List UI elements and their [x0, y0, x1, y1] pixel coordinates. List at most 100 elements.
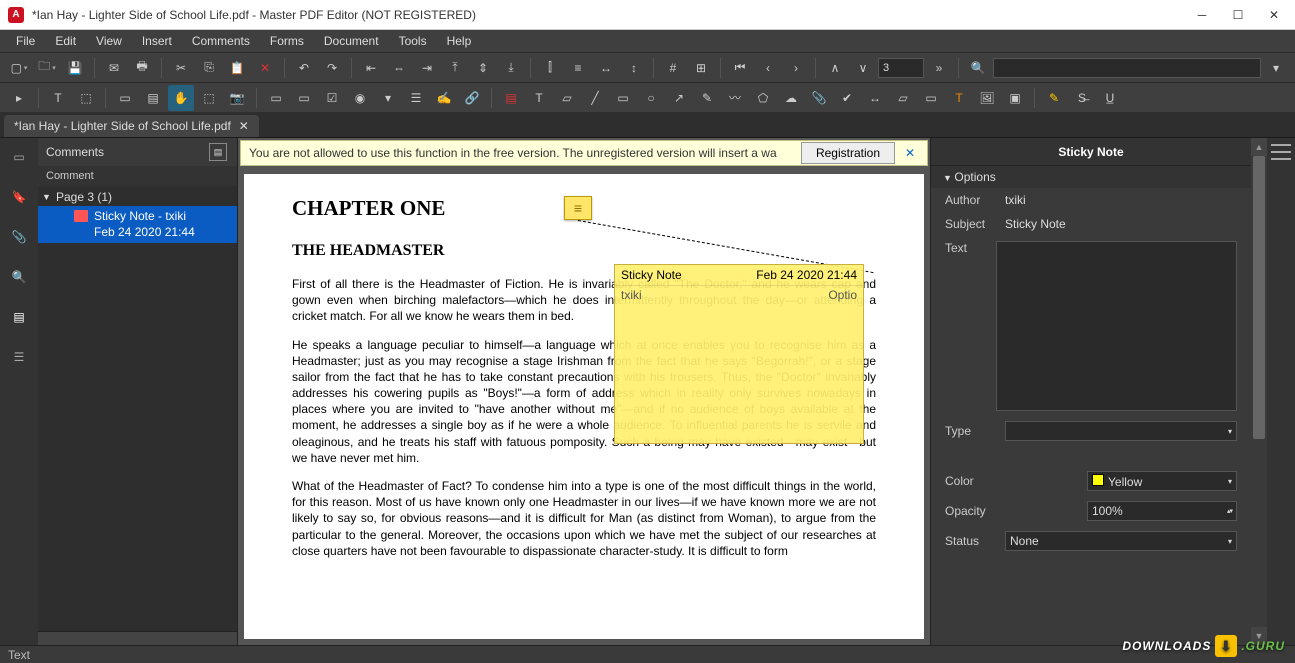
properties-scrollbar[interactable]: ▲ ▼ — [1251, 138, 1267, 645]
polyline-tool-icon[interactable]: 〰 — [722, 85, 748, 111]
cloud-tool-icon[interactable]: ☁ — [778, 85, 804, 111]
highlight-tool-icon[interactable]: T — [946, 85, 972, 111]
prev-page-icon[interactable]: ‹ — [755, 55, 781, 81]
snap-icon[interactable]: ⊞ — [688, 55, 714, 81]
menu-edit[interactable]: Edit — [45, 32, 86, 50]
distribute-h-icon[interactable]: ⫿ — [537, 55, 563, 81]
author-value[interactable]: txiki — [1005, 193, 1237, 207]
undo-icon[interactable]: ↶ — [291, 55, 317, 81]
align-right-icon[interactable]: ⇥ — [414, 55, 440, 81]
opacity-spinner[interactable]: 100% — [1087, 501, 1237, 521]
menu-document[interactable]: Document — [314, 32, 389, 50]
save-icon[interactable]: 💾 — [62, 55, 88, 81]
document-tab[interactable]: *Ian Hay - Lighter Side of School Life.p… — [4, 115, 259, 137]
menu-help[interactable]: Help — [437, 32, 482, 50]
highlight-text-icon[interactable]: ✎ — [1041, 85, 1067, 111]
status-combo[interactable]: None — [1005, 531, 1237, 551]
new-icon[interactable]: ▢ — [6, 55, 32, 81]
pages-panel-icon[interactable]: ▭ — [8, 146, 30, 168]
warning-close-icon[interactable]: ✕ — [901, 146, 919, 160]
edit-forms-tool-icon[interactable]: ▭ — [112, 85, 138, 111]
maximize-button[interactable]: ☐ — [1229, 6, 1247, 24]
image-tool-icon[interactable]: 🖼 — [974, 85, 1000, 111]
panel-options-icon[interactable]: ▤ — [209, 143, 227, 161]
note-text-input[interactable] — [996, 241, 1237, 411]
minimize-button[interactable]: ─ — [1193, 6, 1211, 24]
comments-panel-icon[interactable]: ▤ — [8, 306, 30, 328]
comment-page-item[interactable]: Page 3 (1) — [38, 188, 237, 206]
pencil-tool-icon[interactable]: ✎ — [694, 85, 720, 111]
same-height-icon[interactable]: ↕ — [621, 55, 647, 81]
sticky-note-annotation-icon[interactable] — [564, 196, 592, 220]
menu-comments[interactable]: Comments — [182, 32, 260, 50]
next-page-icon[interactable]: › — [783, 55, 809, 81]
distribute-v-icon[interactable]: ≡ — [565, 55, 591, 81]
scroll-thumb[interactable] — [1253, 156, 1265, 439]
registration-button[interactable]: Registration — [801, 142, 895, 164]
measure-tool-icon[interactable]: ↔ — [862, 85, 888, 111]
color-combo[interactable]: Yellow — [1087, 471, 1237, 491]
pointer-tool-icon[interactable]: ▸ — [6, 85, 32, 111]
menu-view[interactable]: View — [86, 32, 132, 50]
menu-tools[interactable]: Tools — [389, 32, 437, 50]
close-button[interactable]: ✕ — [1265, 6, 1283, 24]
edit-object-tool-icon[interactable]: ⬚ — [73, 85, 99, 111]
bookmarks-panel-icon[interactable]: 🔖 — [8, 186, 30, 208]
form-text-icon[interactable]: ▭ — [263, 85, 289, 111]
align-bottom-icon[interactable]: ⤓ — [498, 55, 524, 81]
menu-forms[interactable]: Forms — [260, 32, 314, 50]
search-panel-icon[interactable]: 🔍 — [8, 266, 30, 288]
paste-icon[interactable]: 📋 — [224, 55, 250, 81]
last-page-icon[interactable]: » — [926, 55, 952, 81]
menu-insert[interactable]: Insert — [132, 32, 182, 50]
popup-body[interactable] — [615, 304, 863, 312]
strikeout-icon[interactable]: S̶ — [1069, 85, 1095, 111]
form-combo-icon[interactable]: ▾ — [375, 85, 401, 111]
menu-file[interactable]: File — [6, 32, 45, 50]
underline-icon[interactable]: U̲ — [1097, 85, 1123, 111]
form-signature-icon[interactable]: ✍ — [431, 85, 457, 111]
edit-document-tool-icon[interactable]: ▤ — [140, 85, 166, 111]
snapshot-tool-icon[interactable]: 📷 — [224, 85, 250, 111]
copy-icon[interactable]: ⎘ — [196, 55, 222, 81]
polygon-tool-icon[interactable]: ⬠ — [750, 85, 776, 111]
pdf-page[interactable]: CHAPTER ONE THE HEADMASTER First of all … — [244, 174, 924, 639]
sticky-note-tool-icon[interactable]: ▤ — [498, 85, 524, 111]
prev-view-icon[interactable]: ∧ — [822, 55, 848, 81]
align-top-icon[interactable]: ⤒ — [442, 55, 468, 81]
align-left-icon[interactable]: ⇤ — [358, 55, 384, 81]
area-tool-icon[interactable]: ▱ — [890, 85, 916, 111]
form-link-icon[interactable]: 🔗 — [459, 85, 485, 111]
search-dropdown-icon[interactable]: ▾ — [1263, 55, 1289, 81]
type-combo[interactable] — [1005, 421, 1237, 441]
sticky-note-popup[interactable]: Sticky Note Feb 24 2020 21:44 txiki Opti… — [614, 264, 864, 444]
open-icon[interactable]: 🗀 — [34, 55, 60, 81]
scroll-up-icon[interactable]: ▲ — [1251, 138, 1267, 156]
same-width-icon[interactable]: ↔ — [593, 55, 619, 81]
text-box-tool-icon[interactable]: T — [526, 85, 552, 111]
attachments-panel-icon[interactable]: 📎 — [8, 226, 30, 248]
hand-tool-icon[interactable]: ✋ — [168, 85, 194, 111]
redo-icon[interactable]: ↷ — [319, 55, 345, 81]
page-number-input[interactable] — [878, 58, 924, 78]
rectangle-tool-icon[interactable]: ▭ — [610, 85, 636, 111]
align-center-v-icon[interactable]: ⇕ — [470, 55, 496, 81]
popup-options[interactable]: Optio — [828, 288, 857, 302]
layers-panel-icon[interactable]: ☰ — [8, 346, 30, 368]
comments-tree[interactable]: Page 3 (1) Sticky Note - txiki Feb 24 20… — [38, 186, 237, 631]
attachment-tool-icon[interactable]: 📎 — [806, 85, 832, 111]
callout-tool-icon[interactable]: ▱ — [554, 85, 580, 111]
print-icon[interactable]: 🖶 — [129, 55, 155, 81]
properties-toggle[interactable] — [1267, 138, 1295, 645]
mail-icon[interactable]: ✉ — [101, 55, 127, 81]
line-tool-icon[interactable]: ╱ — [582, 85, 608, 111]
search-input[interactable] — [993, 58, 1261, 78]
subject-value[interactable]: Sticky Note — [1005, 217, 1237, 231]
ellipse-tool-icon[interactable]: ○ — [638, 85, 664, 111]
panel-h-scrollbar[interactable] — [38, 631, 237, 645]
initials-tool-icon[interactable]: ▣ — [1002, 85, 1028, 111]
grid-icon[interactable]: # — [660, 55, 686, 81]
cut-icon[interactable]: ✂ — [168, 55, 194, 81]
form-radio-icon[interactable]: ◉ — [347, 85, 373, 111]
form-button-icon[interactable]: ▭ — [291, 85, 317, 111]
